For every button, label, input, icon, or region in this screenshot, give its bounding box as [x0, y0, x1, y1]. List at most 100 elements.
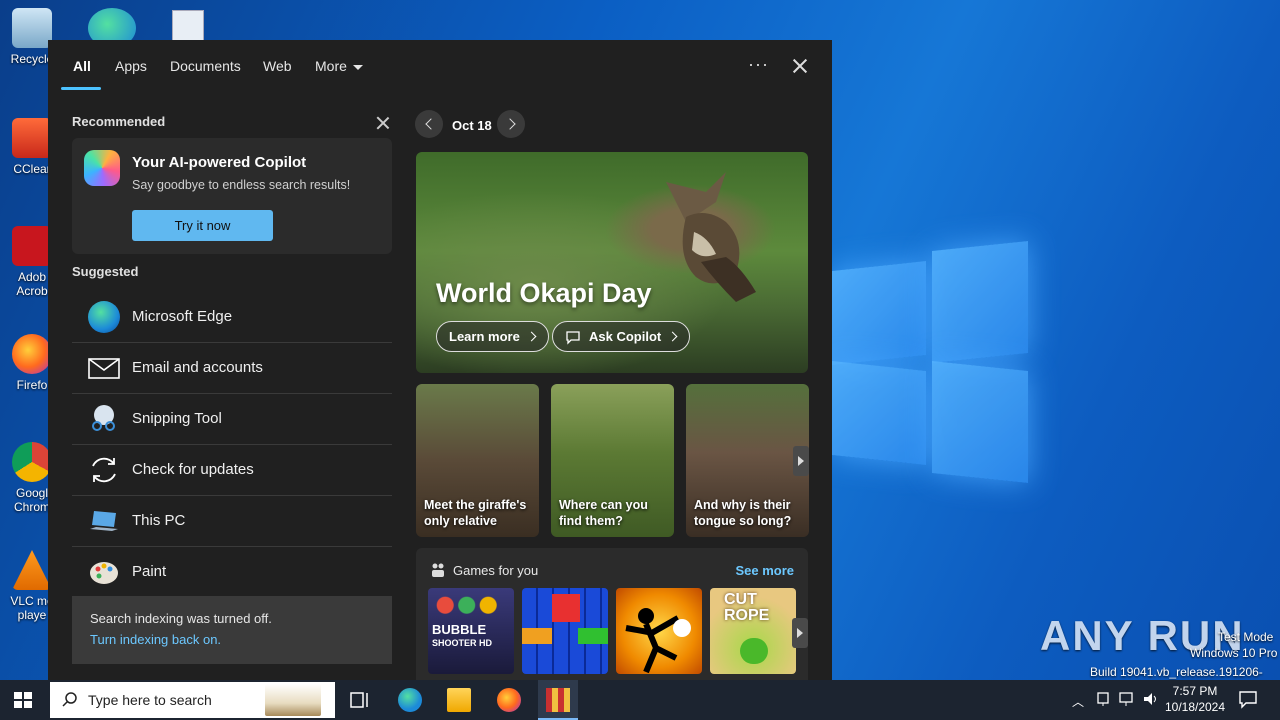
cut-the-rope-logo: CUT ROPE — [724, 591, 770, 624]
desktop-icon-label: Recycle — [10, 52, 54, 66]
chrome-icon — [12, 442, 52, 482]
story-caption: And why is their tongue so long? — [694, 498, 792, 528]
firefox-taskbar-icon[interactable] — [497, 688, 521, 712]
tab-documents[interactable]: Documents — [170, 58, 241, 74]
om-nom-icon — [740, 638, 768, 664]
game-tile-bubble-shooter[interactable]: BUBBLE SHOOTER HD — [428, 588, 514, 674]
recommended-title: Recommended — [72, 114, 166, 129]
desktop-icon-label: CClear — [13, 162, 51, 176]
story-caption: Where can you find them? — [559, 498, 648, 528]
list-item-microsoft-edge[interactable]: Microsoft Edge — [72, 292, 392, 343]
vlc-icon — [12, 550, 52, 590]
list-item-label: Microsoft Edge — [132, 308, 233, 325]
computer-icon — [90, 511, 118, 531]
games-title: Games for you — [453, 563, 539, 578]
desktop-icon-label: Adob Acrob — [16, 270, 48, 298]
bubble-shooter-logo: BUBBLE SHOOTER HD — [432, 622, 493, 648]
hero-card[interactable]: World Okapi Day Learn more Ask Copilot — [416, 152, 808, 373]
show-hidden-icons[interactable]: ︿ — [1072, 693, 1084, 710]
mail-icon — [88, 358, 120, 379]
ccleaner-icon — [12, 118, 52, 158]
tab-more[interactable]: More — [315, 58, 363, 74]
taskbar: Type here to search ︿ 7:57 PM 10/18/2024 — [0, 680, 1280, 720]
file-explorer-icon[interactable] — [447, 688, 471, 712]
list-item-this-pc[interactable]: This PC — [72, 496, 392, 547]
list-item-check-for-updates[interactable]: Check for updates — [72, 445, 392, 496]
file-desktop-icon[interactable] — [172, 10, 204, 42]
recycle-bin-icon — [12, 8, 52, 48]
desktop-icon-label: Googl Chrom — [13, 486, 50, 514]
game-tile-kung-fu[interactable] — [616, 588, 702, 674]
list-item-label: This PC — [132, 512, 186, 529]
device-icon[interactable] — [1094, 690, 1112, 708]
tab-all[interactable]: All — [73, 58, 91, 74]
more-options-icon[interactable]: ··· — [748, 54, 769, 75]
clock-date: 10/18/2024 — [1164, 700, 1226, 714]
story-card-1[interactable]: Meet the giraffe's only relative — [416, 384, 539, 537]
notifications-icon[interactable] — [1238, 689, 1258, 709]
chat-icon — [566, 331, 580, 345]
story-card-2[interactable]: Where can you find them? — [551, 384, 674, 537]
games-icon — [432, 563, 444, 577]
start-button[interactable] — [14, 692, 32, 708]
try-it-now-button[interactable]: Try it now — [132, 210, 273, 241]
network-icon[interactable] — [1118, 690, 1136, 708]
games-section: Games for you See more BUBBLE SHOOTER HD … — [416, 548, 808, 680]
search-tabs: All Apps Documents Web More ··· — [48, 40, 832, 92]
learn-more-button[interactable]: Learn more — [436, 321, 549, 352]
dismiss-recommended-button[interactable] — [373, 113, 393, 133]
watermark-line-1: Test Mode — [1218, 630, 1274, 644]
okapi-search-highlight-icon — [265, 684, 321, 716]
indexing-notice: Search indexing was turned off. Turn ind… — [72, 596, 392, 664]
active-tab-indicator — [61, 87, 101, 90]
task-view-icon[interactable] — [348, 688, 372, 712]
list-item-paint[interactable]: Paint — [72, 547, 392, 598]
copilot-icon — [84, 150, 120, 186]
next-day-button[interactable] — [497, 110, 525, 138]
story-card-3[interactable]: And why is their tongue so long? — [686, 384, 809, 537]
edge-icon — [88, 301, 120, 333]
taskbar-search-box[interactable]: Type here to search — [50, 682, 335, 718]
snipping-tool-icon — [92, 405, 115, 431]
hero-title: World Okapi Day — [436, 278, 652, 308]
list-item-email[interactable]: Email and accounts — [72, 343, 392, 394]
close-search-button[interactable] — [788, 54, 812, 78]
search-panel: All Apps Documents Web More ··· Recommen… — [48, 40, 832, 680]
ask-copilot-label: Ask Copilot — [589, 329, 662, 344]
ask-copilot-button[interactable]: Ask Copilot — [552, 321, 691, 352]
see-more-link[interactable]: See more — [735, 563, 794, 578]
volume-icon[interactable] — [1142, 690, 1160, 708]
tetris-block — [552, 594, 580, 622]
stick-fighter-icon — [625, 608, 691, 674]
tab-web[interactable]: Web — [263, 58, 292, 74]
list-item-label: Check for updates — [132, 461, 254, 478]
search-icon — [62, 692, 77, 707]
system-clock[interactable]: 7:57 PM 10/18/2024 — [1160, 683, 1230, 715]
tetris-block — [522, 628, 552, 644]
search-placeholder: Type here to search — [88, 692, 212, 708]
turn-indexing-on-link[interactable]: Turn indexing back on. — [90, 632, 221, 647]
desktop-icon-label: Firefo — [16, 378, 48, 392]
copilot-card: Your AI-powered Copilot Say goodbye to e… — [72, 138, 392, 254]
caret-down-icon — [352, 64, 363, 70]
firefox-icon — [12, 334, 52, 374]
suggested-title: Suggested — [72, 264, 139, 279]
edge-taskbar-icon[interactable] — [398, 688, 422, 712]
clock-time: 7:57 PM — [1172, 684, 1218, 698]
active-app-taskbar-button[interactable] — [538, 680, 578, 720]
previous-day-button[interactable] — [415, 110, 443, 138]
copilot-card-title: Your AI-powered Copilot — [132, 154, 307, 171]
games-next-arrow[interactable] — [792, 618, 808, 648]
tetris-block — [578, 628, 608, 644]
watermark-line-2: Windows 10 Pro — [1190, 646, 1278, 660]
list-item-snipping-tool[interactable]: Snipping Tool — [72, 394, 392, 445]
list-item-label: Snipping Tool — [132, 410, 222, 427]
game-tile-tetris[interactable] — [522, 588, 608, 674]
copilot-card-subtitle: Say goodbye to endless search results! — [132, 178, 351, 192]
stories-next-arrow[interactable] — [793, 446, 809, 476]
highlight-date: Oct 18 — [452, 118, 492, 133]
tab-apps[interactable]: Apps — [115, 58, 147, 74]
windows-desktop-logo — [832, 238, 1032, 484]
game-tile-cut-the-rope[interactable]: CUT ROPE — [710, 588, 796, 674]
story-caption: Meet the giraffe's only relative — [424, 498, 527, 528]
